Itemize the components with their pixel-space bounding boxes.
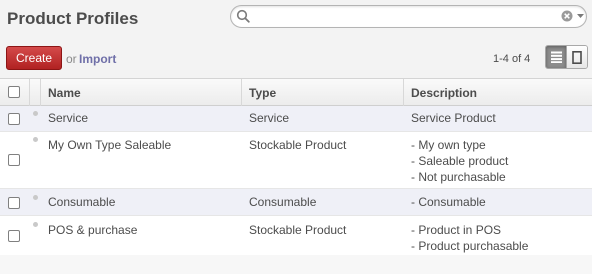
create-button[interactable]: Create [6,46,62,70]
column-separator [29,79,30,106]
list-view-button[interactable] [546,46,567,68]
drag-handle-icon[interactable] [33,222,38,227]
table-row[interactable]: POS & purchase Stockable Product - Produ… [0,216,592,256]
description-line: Service Product [411,111,496,125]
drag-handle-icon[interactable] [33,195,38,200]
row-description: - Product in POS - Product purchasable [411,222,528,254]
table-row[interactable]: My Own Type Saleable Stockable Product -… [0,132,592,189]
description-line: - Product purchasable [411,239,529,253]
control-panel: Product Profiles Create or Import 1-4 of… [0,0,592,78]
row-name: POS & purchase [48,223,138,237]
or-label: or [66,52,77,66]
page-title: Product Profiles [7,9,139,28]
row-name: Consumable [48,195,116,209]
row-description: - Consumable [411,194,486,210]
row-description: Service Product [411,110,496,126]
row-type: Stockable Product [249,223,347,237]
description-line: - Saleable product [411,154,509,168]
table-header: Name Type Description [0,78,592,106]
row-name: My Own Type Saleable [48,138,172,152]
drag-handle-icon[interactable] [33,111,38,116]
list-view-icon [551,51,562,63]
row-type: Stockable Product [249,138,347,152]
column-separator [40,79,41,106]
description-line: - My own type [411,138,486,152]
row-type: Consumable [249,195,317,209]
row-checkbox[interactable] [8,197,20,209]
column-header-description[interactable]: Description [411,85,477,101]
description-line: - Product in POS [411,223,502,237]
row-checkbox[interactable] [8,113,20,125]
description-line: - Not purchasable [411,170,506,184]
column-header-type[interactable]: Type [249,85,276,101]
description-line: - Consumable [411,195,486,209]
table-row[interactable]: Consumable Consumable - Consumable [0,189,592,216]
table-footer [0,255,592,274]
pager-value[interactable]: 1-4 of 4 [493,53,530,65]
column-header-name[interactable]: Name [48,85,81,101]
drag-handle-icon[interactable] [33,137,38,142]
row-checkbox[interactable] [8,154,20,166]
form-view-button[interactable] [566,46,587,68]
product-profiles-table: Name Type Description Service Service Se… [0,78,592,256]
select-all-checkbox[interactable] [8,86,20,98]
row-checkbox[interactable] [8,230,20,242]
form-view-icon [572,51,583,64]
column-separator [403,79,404,106]
view-switcher [545,45,588,69]
import-link[interactable]: Import [79,52,116,66]
row-description: - My own type - Saleable product - Not p… [411,137,508,185]
table-row[interactable]: Service Service Service Product [0,106,592,132]
row-type: Service [249,111,290,125]
search-icon [236,9,250,23]
search-input[interactable] [253,8,553,25]
column-separator [241,79,242,106]
row-name: Service [48,111,89,125]
search-box[interactable] [230,5,587,28]
chevron-down-icon[interactable] [576,11,585,20]
clear-icon[interactable] [561,10,573,22]
